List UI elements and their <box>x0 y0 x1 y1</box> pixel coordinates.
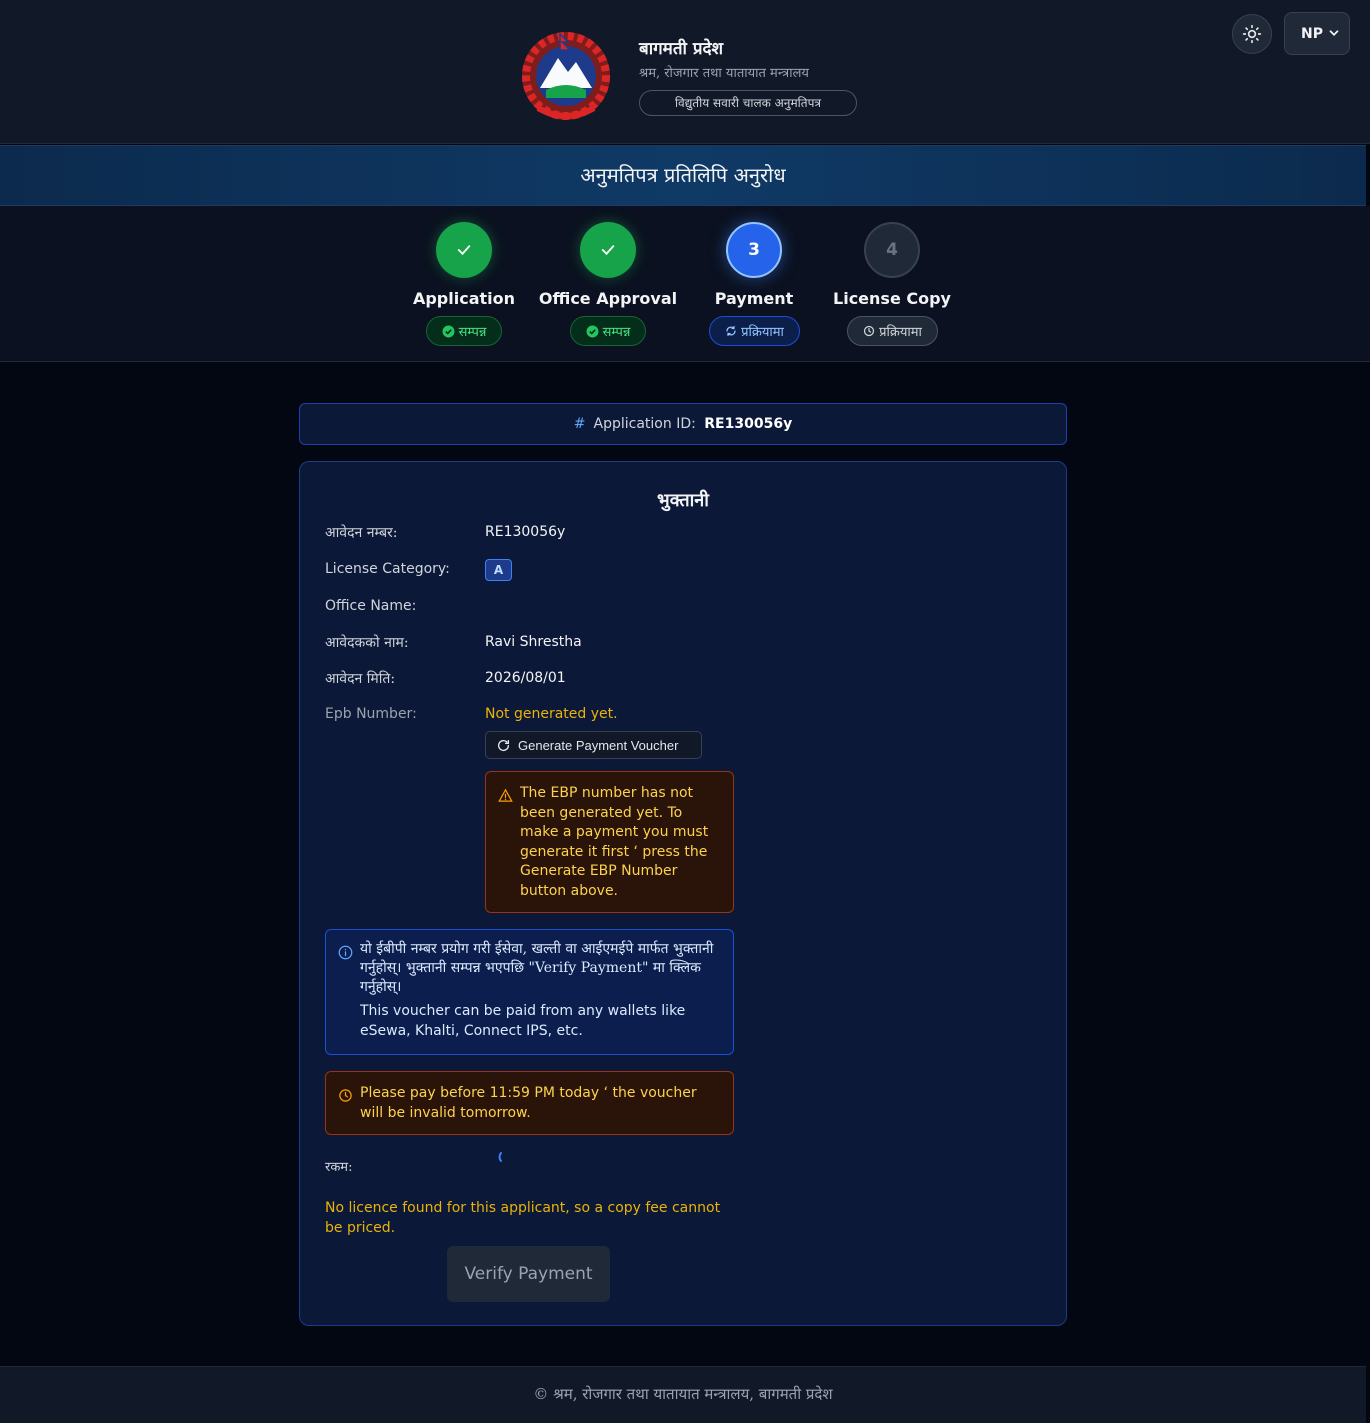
hash-icon: # <box>573 416 586 432</box>
brand-title: बागमती प्रदेश <box>639 39 724 59</box>
refresh-icon <box>726 325 736 337</box>
language-select[interactable]: NP <box>1284 12 1350 55</box>
nepal-emblem-icon <box>522 32 610 120</box>
payment-info-alert: यो ईबीपी नम्बर प्रयोग गरी ईसेवा, खल्ती व… <box>325 929 734 1055</box>
epb-number-value: Not generated yet. <box>485 706 618 722</box>
clock-icon <box>863 325 875 337</box>
application-id-value: RE130056y <box>704 416 793 432</box>
status-badge: प्रक्रियामा <box>847 316 938 346</box>
applicant-name-label: आवेदकको नाम: <box>325 635 409 651</box>
status-badge: सम्पन्न <box>570 316 646 346</box>
service-pill: विद्युतीय सवारी चालक अनुमतिपत्र <box>639 90 857 116</box>
license-category-badge: A <box>485 559 512 581</box>
status-badge: प्रक्रियामा <box>709 316 800 346</box>
chevron-down-icon <box>1329 30 1339 36</box>
step-circle: 3 <box>726 222 782 278</box>
step-label: License Copy <box>833 289 951 308</box>
progress-stepper: Application सम्पन्न Office Approval सम्प… <box>0 206 1370 362</box>
step-circle <box>580 222 636 278</box>
verify-payment-button[interactable]: Verify Payment <box>447 1246 610 1302</box>
generate-voucher-button[interactable]: Generate Payment Voucher <box>485 731 702 759</box>
site-header: बागमती प्रदेश श्रम, रोजगार तथा यातायात म… <box>0 0 1370 144</box>
application-date-label: आवेदन मिति: <box>325 671 396 687</box>
step-circle <box>436 222 492 278</box>
deadline-alert: Please pay before 11:59 PM today ‘ the v… <box>325 1071 734 1135</box>
deadline-text: Please pay before 11:59 PM today ‘ the v… <box>360 1085 697 1121</box>
step-label: Office Approval <box>538 289 678 308</box>
office-name-label: Office Name: <box>325 598 417 614</box>
application-date-value: 2026/08/01 <box>485 670 566 686</box>
step-label: Application <box>412 289 516 308</box>
site-footer: © श्रम, रोजगार तथा यातायात मन्त्रालय, बा… <box>0 1366 1366 1423</box>
warning-triangle-icon <box>498 788 513 802</box>
refresh-icon <box>497 739 510 751</box>
application-number-label: आवेदन नम्बर: <box>325 525 398 541</box>
application-id-bar: # Application ID: RE130056y <box>299 403 1067 445</box>
ebp-warning-text: The EBP number has not been generated ye… <box>520 785 709 899</box>
application-number-value: RE130056y <box>485 524 566 540</box>
clock-icon <box>339 1089 352 1102</box>
footer-text: © श्रम, रोजगार तथा यातायात मन्त्रालय, बा… <box>533 1385 833 1403</box>
language-value: NP <box>1301 25 1323 42</box>
sun-icon <box>1242 24 1262 44</box>
check-icon <box>601 245 615 256</box>
info-circle-icon <box>338 945 353 960</box>
page-title: अनुमतिपत्र प्रतिलिपि अनुरोध <box>580 163 786 187</box>
page-title-banner: अनुमतिपत्र प्रतिलिपि अनुरोध <box>0 145 1366 206</box>
payment-title: भुक्तानी <box>657 490 709 511</box>
check-circle-icon <box>586 325 599 337</box>
brand-subtitle: श्रम, रोजगार तथा यातायात मन्त्रालय <box>639 66 809 81</box>
no-licence-message: No licence found for this applicant, so … <box>325 1200 721 1236</box>
info-text-np: यो ईबीपी नम्बर प्रयोग गरी ईसेवा, खल्ती व… <box>360 941 714 995</box>
applicant-name-value: Ravi Shrestha <box>485 634 582 650</box>
check-circle-icon <box>442 325 455 337</box>
license-category-label: License Category: <box>325 561 450 577</box>
check-icon <box>457 245 471 256</box>
payment-card: भुक्तानी आवेदन नम्बर: RE130056y License … <box>299 461 1067 1326</box>
epb-number-label: Epb Number: <box>325 706 417 722</box>
theme-toggle-button[interactable] <box>1232 14 1272 54</box>
ebp-warning-alert: The EBP number has not been generated ye… <box>485 771 734 913</box>
amount-label: रकम: <box>325 1160 353 1175</box>
info-text-en: This voucher can be paid from any wallet… <box>360 1003 686 1039</box>
step-circle: 4 <box>864 222 920 278</box>
step-label: Payment <box>714 289 794 308</box>
application-id-label: Application ID: <box>593 416 696 432</box>
status-badge: सम्पन्न <box>426 316 502 346</box>
loading-spinner-icon <box>498 1152 502 1162</box>
